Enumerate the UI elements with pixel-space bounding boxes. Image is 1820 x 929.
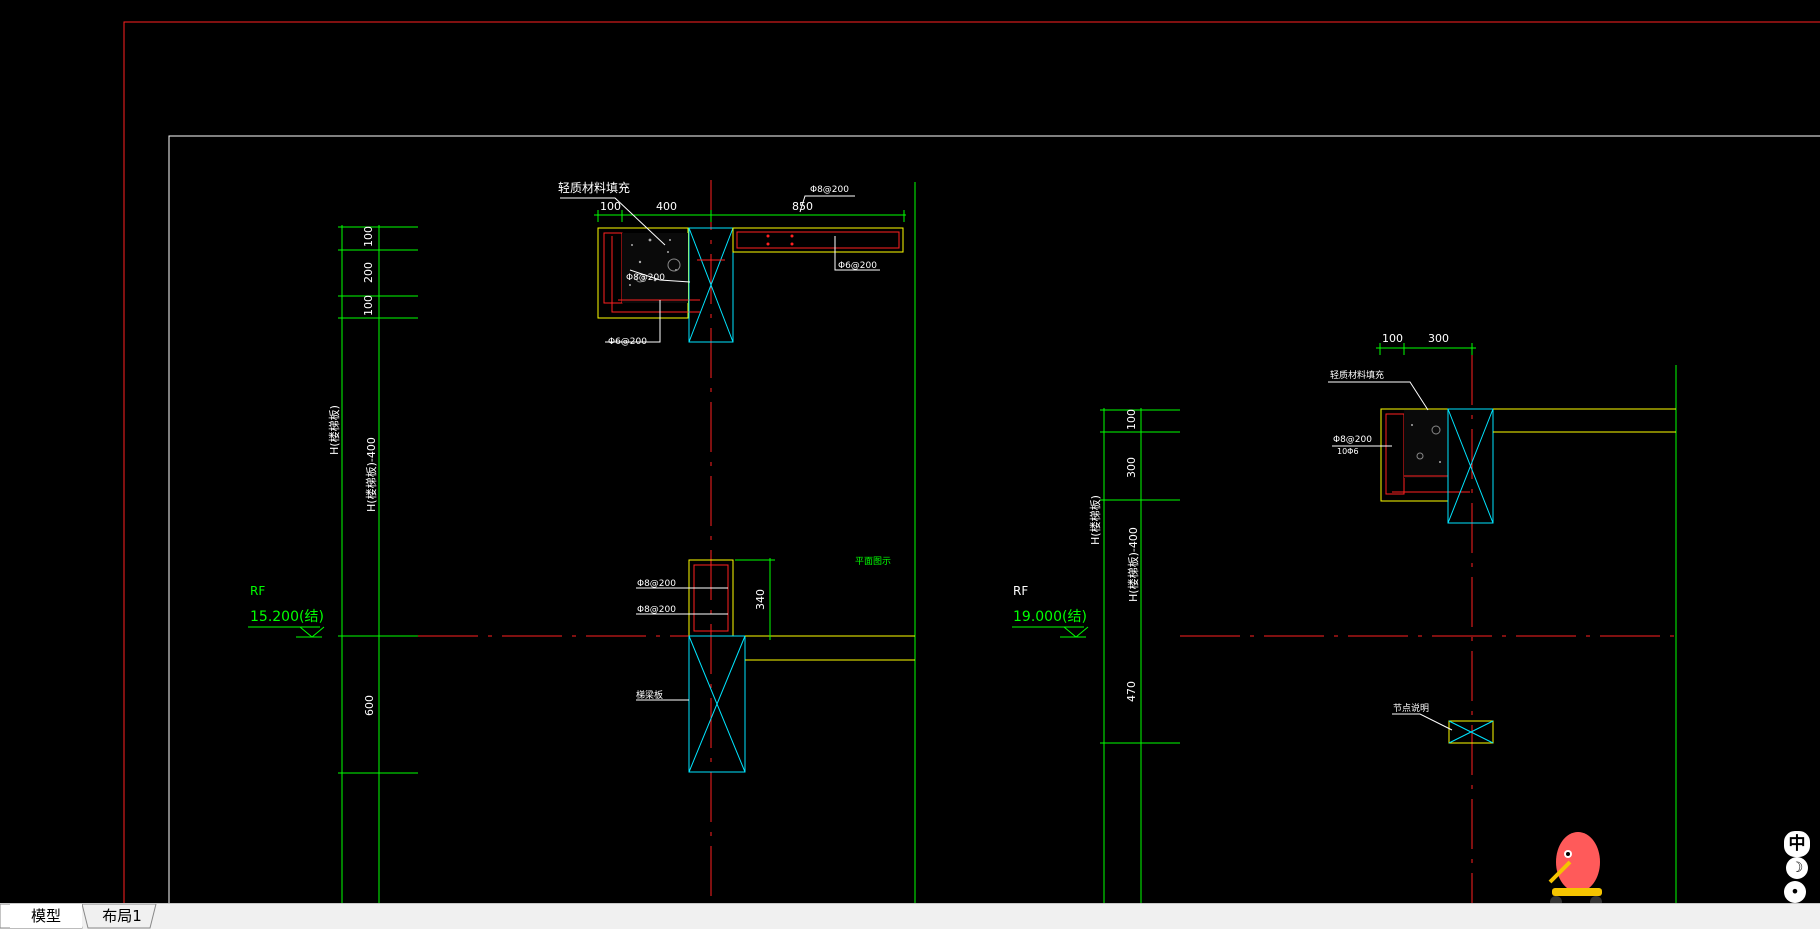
left-dim-100: 100 bbox=[600, 200, 621, 213]
left-rebar-bottom: Φ6@200 bbox=[608, 337, 647, 347]
ime-moon-icon[interactable]: ☽ bbox=[1786, 857, 1808, 879]
right-dim-100: 100 bbox=[1382, 332, 1403, 345]
right-fill-label: 轻质材料填充 bbox=[1330, 369, 1384, 381]
left-rebar-slab: Φ6@200 bbox=[838, 261, 877, 271]
right-dim-300: 300 bbox=[1428, 332, 1449, 345]
left-dim-850: 850 bbox=[792, 200, 813, 213]
left-rebar-mid-2: Φ8@200 bbox=[637, 605, 676, 615]
right-rebar-sub: 10Φ6 bbox=[1337, 447, 1359, 456]
tab-layout1[interactable]: 布局1 bbox=[84, 904, 160, 928]
drawing-border-outer bbox=[123, 21, 1820, 903]
drawing-canvas[interactable]: 轻质材料填充 100 400 850 Φ8@200 Φ6@200 Φ8@200 … bbox=[0, 0, 1820, 903]
right-vdim-100: 100 bbox=[1125, 409, 1138, 430]
left-rebar-inner: Φ8@200 bbox=[626, 273, 665, 283]
left-rebar-mid-1: Φ8@200 bbox=[637, 579, 676, 589]
ime-punct-icon[interactable]: • bbox=[1784, 881, 1806, 903]
left-dim-600: 600 bbox=[363, 695, 376, 716]
left-height-label-1: H(楼梯板) bbox=[327, 405, 341, 455]
left-detail bbox=[248, 180, 916, 903]
left-level-name: RF bbox=[250, 584, 265, 598]
right-level-name: RF bbox=[1013, 584, 1028, 598]
right-height-label-1: H(楼梯板) bbox=[1088, 495, 1102, 545]
right-dim-470: 470 bbox=[1125, 681, 1138, 702]
left-note-green: 平面图示 bbox=[855, 556, 891, 567]
right-detail bbox=[1012, 343, 1677, 903]
left-height-label-2: H(楼梯板)-400 bbox=[364, 437, 378, 512]
mascot-icon[interactable] bbox=[1540, 826, 1610, 912]
left-vdim-200: 200 bbox=[362, 262, 375, 283]
left-dim-340: 340 bbox=[754, 589, 767, 610]
right-level-value: 19.000(结) bbox=[1013, 609, 1087, 625]
drawing-frame-inner bbox=[168, 135, 1820, 903]
right-node-label: 节点说明 bbox=[1393, 702, 1429, 714]
left-vdim-100a: 100 bbox=[362, 226, 375, 247]
ime-chinese-icon[interactable]: 中 bbox=[1782, 829, 1812, 859]
left-beam-label: 梯梁板 bbox=[636, 689, 663, 701]
left-rebar-top-right: Φ8@200 bbox=[810, 185, 849, 195]
tab-model[interactable]: 模型 bbox=[10, 904, 82, 928]
right-rebar-label: Φ8@200 bbox=[1333, 435, 1372, 445]
left-vdim-100b: 100 bbox=[362, 295, 375, 316]
layout-tab-bar: 模型 布局1 bbox=[0, 903, 1820, 929]
right-height-label-2: H(楼梯板)-400 bbox=[1126, 527, 1140, 602]
right-vdim-300: 300 bbox=[1125, 457, 1138, 478]
left-dim-400: 400 bbox=[656, 200, 677, 213]
left-fill-label: 轻质材料填充 bbox=[558, 180, 630, 195]
left-level-value: 15.200(结) bbox=[250, 609, 324, 625]
